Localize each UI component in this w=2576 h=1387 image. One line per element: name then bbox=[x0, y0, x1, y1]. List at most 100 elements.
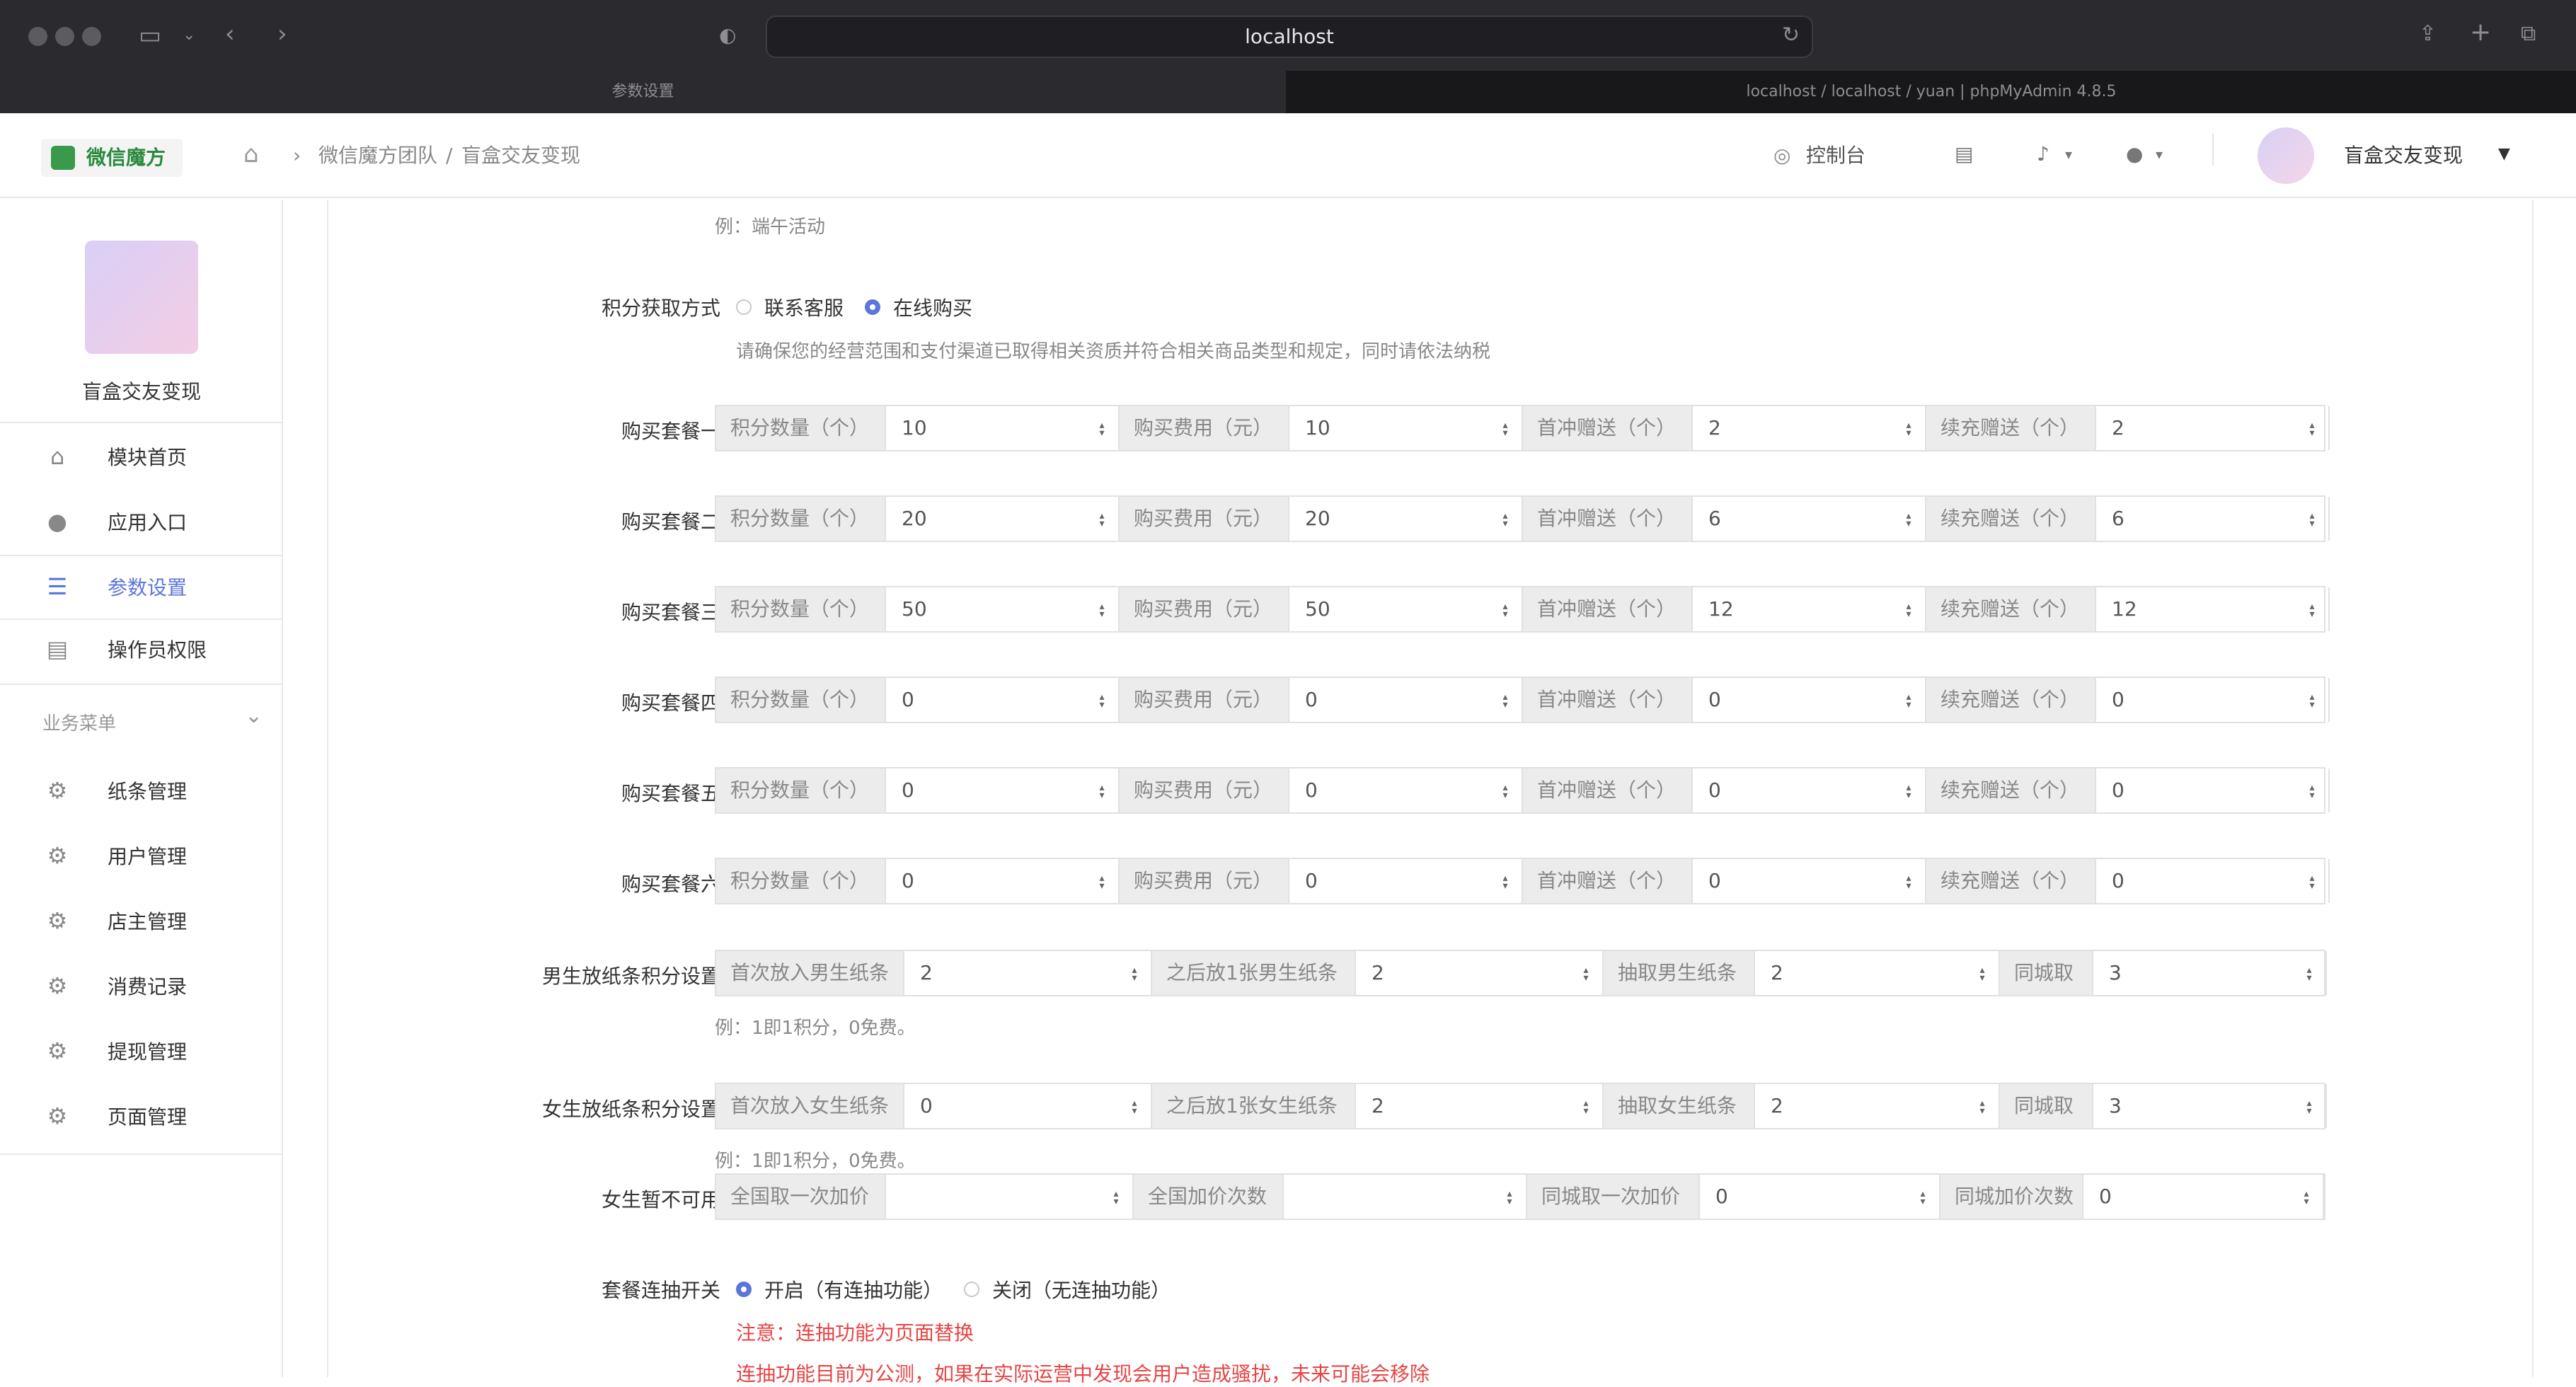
spinner-icon[interactable]: ▴ ▾ bbox=[2301, 1189, 2311, 1207]
window-maximize-button[interactable] bbox=[82, 27, 101, 46]
spinner-icon[interactable]: ▴ ▾ bbox=[1977, 1098, 1987, 1116]
spinner-icon[interactable]: ▴ ▾ bbox=[1097, 511, 1107, 529]
spinner-icon[interactable]: ▴ ▾ bbox=[2304, 1098, 2314, 1116]
spinner-icon[interactable]: ▴ ▾ bbox=[2307, 783, 2317, 800]
sidebar-item-entry[interactable]: ● 应用入口 bbox=[0, 490, 282, 553]
spinner-icon[interactable]: ▴ ▾ bbox=[1500, 873, 1510, 891]
sidebar-item-params[interactable]: ☰ 参数设置 bbox=[0, 555, 282, 618]
number-input[interactable]: 0 bbox=[2096, 678, 2330, 722]
spinner-icon[interactable]: ▴ ▾ bbox=[2307, 602, 2317, 619]
window-minimize-button[interactable] bbox=[55, 27, 74, 46]
spinner-icon[interactable]: ▴ ▾ bbox=[1500, 511, 1510, 529]
spinner-icon[interactable]: ▴ ▾ bbox=[1505, 1189, 1514, 1207]
number-input[interactable]: 12 bbox=[2096, 587, 2330, 631]
user-icon[interactable]: ● bbox=[2126, 140, 2143, 168]
spinner-icon[interactable]: ▴ ▾ bbox=[1904, 420, 1914, 438]
number-input[interactable]: 2 bbox=[1755, 1084, 2000, 1128]
chevron-down-icon[interactable]: ▾ bbox=[2156, 140, 2163, 168]
sidebar-item-operators[interactable]: ▤ 操作员权限 bbox=[0, 617, 282, 681]
number-input[interactable]: 0 bbox=[2083, 1175, 2324, 1219]
sidebar-item-notes[interactable]: ⚙ 纸条管理 bbox=[0, 759, 282, 822]
share-icon[interactable]: ⇪ bbox=[2419, 20, 2437, 48]
number-input[interactable]: 0 bbox=[1289, 859, 1523, 903]
radio-combo-on[interactable]: 开启（有连抽功能） bbox=[736, 1275, 943, 1303]
spinner-icon[interactable]: ▴ ▾ bbox=[1977, 965, 1987, 983]
radio-online-buy[interactable]: 在线购买 bbox=[865, 293, 972, 321]
radio-combo-off[interactable]: 关闭（无连抽功能） bbox=[964, 1275, 1171, 1303]
number-input[interactable]: 10 bbox=[886, 406, 1120, 450]
number-input[interactable]: 0 bbox=[1693, 769, 1926, 812]
spinner-icon[interactable]: ▴ ▾ bbox=[2307, 692, 2317, 710]
spinner-icon[interactable]: ▴ ▾ bbox=[2307, 420, 2317, 438]
sidebar-item-spending[interactable]: ⚙ 消费记录 bbox=[0, 954, 282, 1018]
sidebar-toggle-icon[interactable]: ▭ bbox=[139, 21, 161, 50]
sidebar-item-withdraw[interactable]: ⚙ 提现管理 bbox=[0, 1019, 282, 1083]
number-input[interactable]: 0 bbox=[1693, 859, 1926, 903]
spinner-icon[interactable]: ▴ ▾ bbox=[1500, 692, 1510, 710]
spinner-icon[interactable]: ▴ ▾ bbox=[1129, 1098, 1139, 1116]
store-icon[interactable]: ▤ bbox=[1955, 140, 1973, 168]
number-input[interactable]: 3 bbox=[2093, 1084, 2327, 1128]
number-input[interactable]: 6 bbox=[1693, 497, 1926, 541]
chevron-down-icon[interactable]: ⌄ bbox=[245, 703, 263, 728]
spinner-icon[interactable]: ▴ ▾ bbox=[2307, 873, 2317, 891]
number-input[interactable]: 2 bbox=[2096, 406, 2330, 450]
spinner-icon[interactable]: ▴ ▾ bbox=[1097, 602, 1107, 619]
number-input[interactable]: 0 bbox=[886, 859, 1120, 903]
account-dropdown-icon[interactable]: ▼ bbox=[2498, 140, 2510, 168]
number-input[interactable]: 3 bbox=[2093, 951, 2327, 995]
new-tab-icon[interactable]: + bbox=[2470, 18, 2491, 47]
number-input[interactable]: 10 bbox=[1289, 406, 1523, 450]
spinner-icon[interactable]: ▴ ▾ bbox=[2304, 965, 2314, 983]
privacy-shield-icon[interactable]: ◐ bbox=[719, 21, 736, 50]
number-input[interactable]: 2 bbox=[1356, 951, 1604, 995]
spinner-icon[interactable]: ▴ ▾ bbox=[1904, 873, 1914, 891]
address-bar[interactable]: localhost bbox=[766, 16, 1813, 58]
spinner-icon[interactable]: ▴ ▾ bbox=[1097, 873, 1107, 891]
number-input[interactable]: 0 bbox=[1693, 678, 1926, 722]
home-icon[interactable]: ⌂ bbox=[243, 140, 259, 168]
number-input[interactable]: 0 bbox=[1700, 1175, 1940, 1219]
spinner-icon[interactable]: ▴ ▾ bbox=[1581, 1098, 1591, 1116]
number-input[interactable]: 20 bbox=[1289, 497, 1523, 541]
console-link[interactable]: 控制台 bbox=[1806, 142, 1865, 170]
tab-phpmyadmin[interactable]: localhost / localhost / yuan | phpMyAdmi… bbox=[1287, 71, 2576, 113]
account-name[interactable]: 盲盒交友变现 bbox=[2344, 142, 2463, 170]
number-input[interactable]: 2 bbox=[1755, 951, 2000, 995]
sidebar-item-pages[interactable]: ⚙ 页面管理 bbox=[0, 1084, 282, 1148]
number-input[interactable]: 50 bbox=[1289, 587, 1523, 631]
sidebar-item-owners[interactable]: ⚙ 店主管理 bbox=[0, 889, 282, 953]
breadcrumb-team[interactable]: 微信魔方团队 bbox=[318, 142, 437, 170]
number-input[interactable]: 0 bbox=[2096, 859, 2330, 903]
number-input[interactable] bbox=[1284, 1175, 1527, 1219]
spinner-icon[interactable]: ▴ ▾ bbox=[1111, 1189, 1121, 1207]
spinner-icon[interactable]: ▴ ▾ bbox=[1904, 602, 1914, 619]
spinner-icon[interactable]: ▴ ▾ bbox=[1129, 965, 1139, 983]
spinner-icon[interactable]: ▴ ▾ bbox=[1097, 420, 1107, 438]
bell-icon[interactable]: ♪ bbox=[2037, 140, 2049, 168]
radio-contact-service[interactable]: 联系客服 bbox=[736, 293, 844, 321]
number-input[interactable]: 0 bbox=[886, 769, 1120, 812]
spinner-icon[interactable]: ▴ ▾ bbox=[1097, 783, 1107, 800]
number-input[interactable]: 0 bbox=[886, 678, 1120, 722]
tab-overview-icon[interactable]: ⧉ bbox=[2521, 20, 2536, 48]
number-input[interactable]: 12 bbox=[1693, 587, 1926, 631]
window-close-button[interactable] bbox=[28, 27, 47, 46]
chevron-down-icon[interactable]: ⌄ bbox=[183, 21, 195, 50]
chevron-down-icon[interactable]: ▾ bbox=[2065, 140, 2072, 168]
spinner-icon[interactable]: ▴ ▾ bbox=[1581, 965, 1591, 983]
number-input[interactable]: 2 bbox=[1693, 406, 1926, 450]
number-input[interactable]: 0 bbox=[904, 1084, 1152, 1128]
sidebar-item-users[interactable]: ⚙ 用户管理 bbox=[0, 824, 282, 887]
number-input[interactable]: 50 bbox=[886, 587, 1120, 631]
spinner-icon[interactable]: ▴ ▾ bbox=[1918, 1189, 1928, 1207]
number-input[interactable]: 2 bbox=[1356, 1084, 1604, 1128]
spinner-icon[interactable]: ▴ ▾ bbox=[1904, 692, 1914, 710]
spinner-icon[interactable]: ▴ ▾ bbox=[1500, 602, 1510, 619]
spinner-icon[interactable]: ▴ ▾ bbox=[1500, 783, 1510, 800]
spinner-icon[interactable]: ▴ ▾ bbox=[1904, 783, 1914, 800]
number-input[interactable]: 2 bbox=[904, 951, 1152, 995]
spinner-icon[interactable]: ▴ ▾ bbox=[1097, 692, 1107, 710]
number-input[interactable]: 0 bbox=[1289, 678, 1523, 722]
tab-params[interactable]: 参数设置 bbox=[0, 71, 1287, 113]
